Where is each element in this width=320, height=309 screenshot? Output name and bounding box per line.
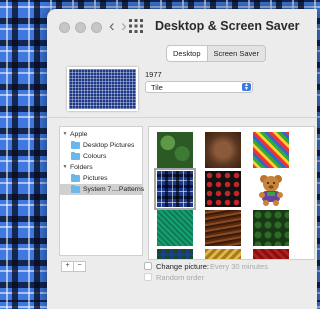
- sidebar-item-label: Pictures: [83, 175, 108, 182]
- wallpaper-preview: [67, 67, 138, 111]
- disclosure-down-icon[interactable]: ▼: [62, 129, 68, 140]
- remove-folder-button[interactable]: −: [74, 262, 85, 271]
- wallpaper-thumbnail-brown-wood-grain[interactable]: [205, 210, 241, 246]
- title-bar: ‹ › Desktop & Screen Saver: [47, 9, 317, 43]
- add-folder-button[interactable]: +: [62, 262, 73, 271]
- folder-icon: [71, 185, 80, 193]
- wallpaper-thumbnail-dark-green-paisley[interactable]: [253, 210, 289, 246]
- close-window-button[interactable]: [59, 22, 70, 33]
- sidebar-item-label: System 7....Patterns: [83, 186, 145, 193]
- minimize-window-button[interactable]: [75, 22, 86, 33]
- folder-icon: [71, 174, 80, 182]
- add-remove-control: + −: [61, 261, 86, 272]
- sidebar-section-label: Apple: [70, 131, 88, 138]
- wallpaper-name: 1977: [145, 70, 162, 79]
- folder-icon: [71, 152, 80, 160]
- change-picture-label: Change picture:: [156, 262, 209, 271]
- tab-screen-saver[interactable]: Screen Saver: [208, 46, 265, 61]
- sidebar-section-apple[interactable]: ▼ Apple: [60, 129, 142, 140]
- folder-icon: [71, 141, 80, 149]
- wallpaper-thumbnail-green-diagonal-weave[interactable]: [157, 210, 193, 246]
- window-title: Desktop & Screen Saver: [155, 19, 300, 33]
- wallpaper-thumbnail-green-tartan[interactable]: [157, 249, 193, 259]
- fit-option-value: Tile: [151, 83, 163, 92]
- show-all-grid-icon[interactable]: [129, 19, 143, 33]
- random-order-label: Random order: [156, 273, 204, 282]
- back-arrow-icon[interactable]: ‹: [109, 16, 115, 36]
- tab-switcher: Desktop Screen Saver: [166, 45, 266, 62]
- random-order-checkbox[interactable]: [144, 273, 152, 281]
- sidebar-item-colours[interactable]: Colours: [60, 151, 142, 162]
- wallpaper-thumbnail-grid: [148, 126, 315, 260]
- change-interval-popup[interactable]: Every 30 minutes: [210, 262, 268, 271]
- wallpaper-thumbnail-green-foliage[interactable]: [157, 132, 193, 168]
- tab-desktop[interactable]: Desktop: [167, 46, 207, 61]
- sidebar-item-desktop-pictures[interactable]: Desktop Pictures: [60, 140, 142, 151]
- wallpaper-thumbnail-brown-leather[interactable]: [205, 132, 241, 168]
- wallpaper-thumbnail-blue-plaid[interactable]: [154, 168, 196, 210]
- wallpaper-thumbnail-teddy-bear[interactable]: [253, 171, 289, 207]
- change-picture-checkbox[interactable]: [144, 262, 152, 270]
- sidebar-section-label: Folders: [70, 164, 93, 171]
- sidebar-item-pictures[interactable]: Pictures: [60, 173, 142, 184]
- section-divider: [47, 117, 317, 118]
- fit-option-popup[interactable]: Tile ▲ ▼: [145, 81, 253, 93]
- forward-arrow-icon[interactable]: ›: [121, 16, 127, 36]
- updown-chevron-icon: ▲ ▼: [242, 83, 251, 92]
- teddy-bear-icon: [259, 175, 283, 206]
- sidebar-item-label: Colours: [83, 153, 107, 160]
- disclosure-down-icon[interactable]: ▼: [62, 162, 68, 173]
- source-sidebar: ▼ Apple Desktop Pictures Colours ▼ Folde…: [59, 126, 145, 256]
- wallpaper-thumbnail-red-roses-on-black[interactable]: [205, 171, 241, 207]
- sidebar-item-system7-patterns[interactable]: System 7....Patterns: [60, 184, 145, 195]
- wallpaper-thumbnail-red-fabric[interactable]: [253, 249, 289, 259]
- wallpaper-thumbnail-colorful-yarn[interactable]: [253, 132, 289, 168]
- preferences-window: ‹ › Desktop & Screen Saver Desktop Scree…: [47, 9, 317, 309]
- zoom-window-button[interactable]: [91, 22, 102, 33]
- wallpaper-thumbnail-gold-embossed[interactable]: [205, 249, 241, 259]
- sidebar-section-folders[interactable]: ▼ Folders: [60, 162, 142, 173]
- sidebar-item-label: Desktop Pictures: [83, 142, 135, 149]
